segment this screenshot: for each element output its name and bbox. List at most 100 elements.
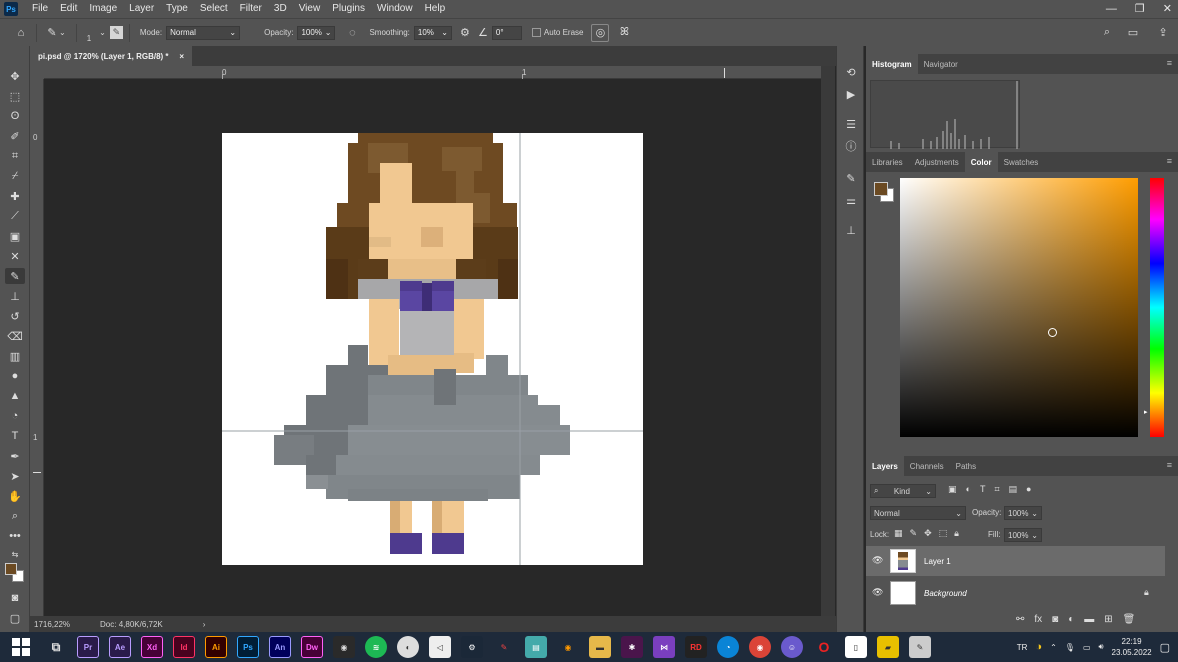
eraser-tool-icon[interactable]: ⌫: [5, 328, 25, 344]
hue-slider-marker[interactable]: ▸: [1144, 408, 1148, 416]
pixel-art-canvas[interactable]: [222, 133, 643, 565]
close-button[interactable]: ✕: [1163, 0, 1172, 18]
brush-size-arrow[interactable]: ⌄: [99, 28, 106, 37]
panel-menu-icon[interactable]: ≡: [1167, 58, 1172, 68]
swap-colors-icon[interactable]: ⇆: [5, 546, 25, 562]
menu-plugins[interactable]: Plugins: [326, 0, 371, 18]
properties-icon[interactable]: ☰: [842, 116, 860, 132]
share-icon[interactable]: ⇪: [1154, 24, 1172, 42]
steam-icon[interactable]: ⚙: [461, 636, 483, 658]
opera-icon[interactable]: O: [813, 636, 835, 658]
tab-histogram[interactable]: Histogram: [866, 54, 918, 74]
auto-erase-checkbox[interactable]: Auto Erase: [531, 28, 583, 37]
new-layer-icon[interactable]: ⊞: [1104, 614, 1112, 625]
eye-icon[interactable]: 👁︎: [872, 587, 883, 598]
folder-icon[interactable]: ▬: [589, 636, 611, 658]
menu-window[interactable]: Window: [371, 0, 419, 18]
zoom-tool-icon[interactable]: ⌕: [5, 508, 25, 524]
color-panel-foreground[interactable]: [874, 182, 888, 196]
add-mask-icon[interactable]: ◙: [1052, 614, 1058, 625]
menu-edit[interactable]: Edit: [54, 0, 83, 18]
blender-icon[interactable]: ◉: [333, 636, 355, 658]
filter-toggle-icon[interactable]: ●: [1026, 484, 1031, 495]
visual-studio-icon[interactable]: ⋈: [653, 636, 675, 658]
history-brush-tool-icon[interactable]: ↺: [5, 308, 25, 324]
sharpen-tool-icon[interactable]: ▲: [5, 388, 25, 404]
image-filter-icon[interactable]: ▣: [948, 484, 957, 495]
layer-name[interactable]: Layer 1: [924, 557, 951, 566]
microphone-icon[interactable]: 🎙︎: [1065, 643, 1075, 652]
hand-tool-icon[interactable]: ✋: [5, 488, 25, 504]
windows-start-icon[interactable]: [12, 638, 30, 656]
screen-mode-icon[interactable]: ▢: [5, 610, 25, 626]
layer-row-background[interactable]: 👁︎ Background 🔒︎: [866, 578, 1165, 608]
battery-icon[interactable]: ▭: [1083, 643, 1091, 652]
smoothing-input[interactable]: 10% ⌄: [413, 25, 452, 40]
tab-navigator[interactable]: Navigator: [918, 54, 964, 74]
hue-slider[interactable]: [1150, 178, 1164, 437]
fx-icon[interactable]: fx: [1034, 614, 1042, 625]
task-view-icon[interactable]: ⧉: [45, 636, 67, 658]
menu-type[interactable]: Type: [160, 0, 194, 18]
healing-brush-tool-icon[interactable]: ✚: [5, 188, 25, 204]
taskbar-app-id[interactable]: Id: [173, 636, 195, 658]
rider-icon[interactable]: RD: [685, 636, 707, 658]
minimize-button[interactable]: —: [1106, 0, 1117, 18]
status-menu-arrow[interactable]: ›: [203, 620, 206, 629]
new-group-icon[interactable]: ▬: [1084, 614, 1094, 625]
crop-tool-icon[interactable]: ⌗: [5, 148, 25, 164]
pencil-tool-icon[interactable]: ✎: [5, 268, 25, 284]
edge-icon[interactable]: ◔: [717, 636, 739, 658]
notes-icon[interactable]: ▤: [525, 636, 547, 658]
tab-adjustments[interactable]: Adjustments: [909, 152, 965, 172]
menu-file[interactable]: File: [26, 0, 54, 18]
opacity-input[interactable]: 100% ⌄: [297, 25, 336, 40]
mode-select[interactable]: Normal ⌄: [166, 25, 241, 40]
lock-artboard-icon[interactable]: ⬚: [939, 528, 948, 539]
show-hidden-icon[interactable]: ⌃: [1050, 643, 1057, 652]
lock-position-icon[interactable]: ✥: [924, 528, 932, 539]
brush-settings-dock-icon[interactable]: ✎: [842, 170, 860, 186]
pencil-app-icon[interactable]: ✎: [493, 636, 515, 658]
language-indicator[interactable]: TR: [1017, 643, 1028, 652]
quick-select-tool-icon[interactable]: ✐: [5, 128, 25, 144]
brush-size[interactable]: 1: [87, 34, 91, 43]
angle-input[interactable]: 0°: [491, 25, 522, 40]
restore-button[interactable]: ❐: [1135, 0, 1145, 18]
taskbar-app-ps[interactable]: Ps: [237, 636, 259, 658]
tab-libraries[interactable]: Libraries: [866, 152, 909, 172]
discord-icon[interactable]: ☺: [781, 636, 803, 658]
clone-source-icon[interactable]: ⊥: [842, 222, 860, 238]
history-icon[interactable]: ⟲: [842, 64, 860, 80]
clone-stamp-tool-icon[interactable]: ⊥: [5, 288, 25, 304]
adjust-sliders-icon[interactable]: ⚌: [842, 192, 860, 208]
menu-view[interactable]: View: [293, 0, 327, 18]
eye-icon[interactable]: 👁︎: [872, 555, 883, 566]
quick-mask-icon[interactable]: ◙: [5, 590, 25, 606]
preset-dropdown-arrow[interactable]: ⌄: [59, 28, 66, 37]
type-filter-icon[interactable]: T: [980, 484, 986, 495]
tab-channels[interactable]: Channels: [904, 456, 950, 476]
more-tools-icon[interactable]: •••: [5, 528, 25, 544]
smart-object-filter-icon[interactable]: ▤: [1009, 484, 1018, 495]
document-icon[interactable]: ▯: [845, 636, 867, 658]
link-layers-icon[interactable]: ⚯: [1016, 614, 1024, 625]
document-tab[interactable]: pi.psd @ 1720% (Layer 1, RGB/8) * ×: [30, 46, 192, 66]
blend-mode-select[interactable]: Normal ⌄: [870, 506, 966, 520]
symmetry-butterfly-icon[interactable]: ꕤ: [615, 24, 633, 42]
path-select-tool-icon[interactable]: ➤: [5, 468, 25, 484]
tab-color[interactable]: Color: [964, 152, 998, 172]
taskbar-app-dw[interactable]: Dw: [301, 636, 323, 658]
fill-input[interactable]: 100% ⌄: [1004, 528, 1042, 542]
pen-tool-icon[interactable]: ✒: [5, 448, 25, 464]
spotify-icon[interactable]: ≋: [365, 636, 387, 658]
menu-filter[interactable]: Filter: [234, 0, 268, 18]
trash-icon[interactable]: 🗑︎: [1123, 614, 1136, 625]
search-icon[interactable]: ⌕: [1098, 24, 1116, 42]
sticky-notes-icon[interactable]: ▰: [877, 636, 899, 658]
gear-icon[interactable]: ⚙: [456, 24, 474, 42]
brush-tool-icon[interactable]: ⟋: [5, 208, 25, 224]
slack-icon[interactable]: ✱: [621, 636, 643, 658]
pressure-size-icon[interactable]: ◎: [591, 23, 610, 42]
type-tool-icon[interactable]: T: [5, 428, 25, 444]
